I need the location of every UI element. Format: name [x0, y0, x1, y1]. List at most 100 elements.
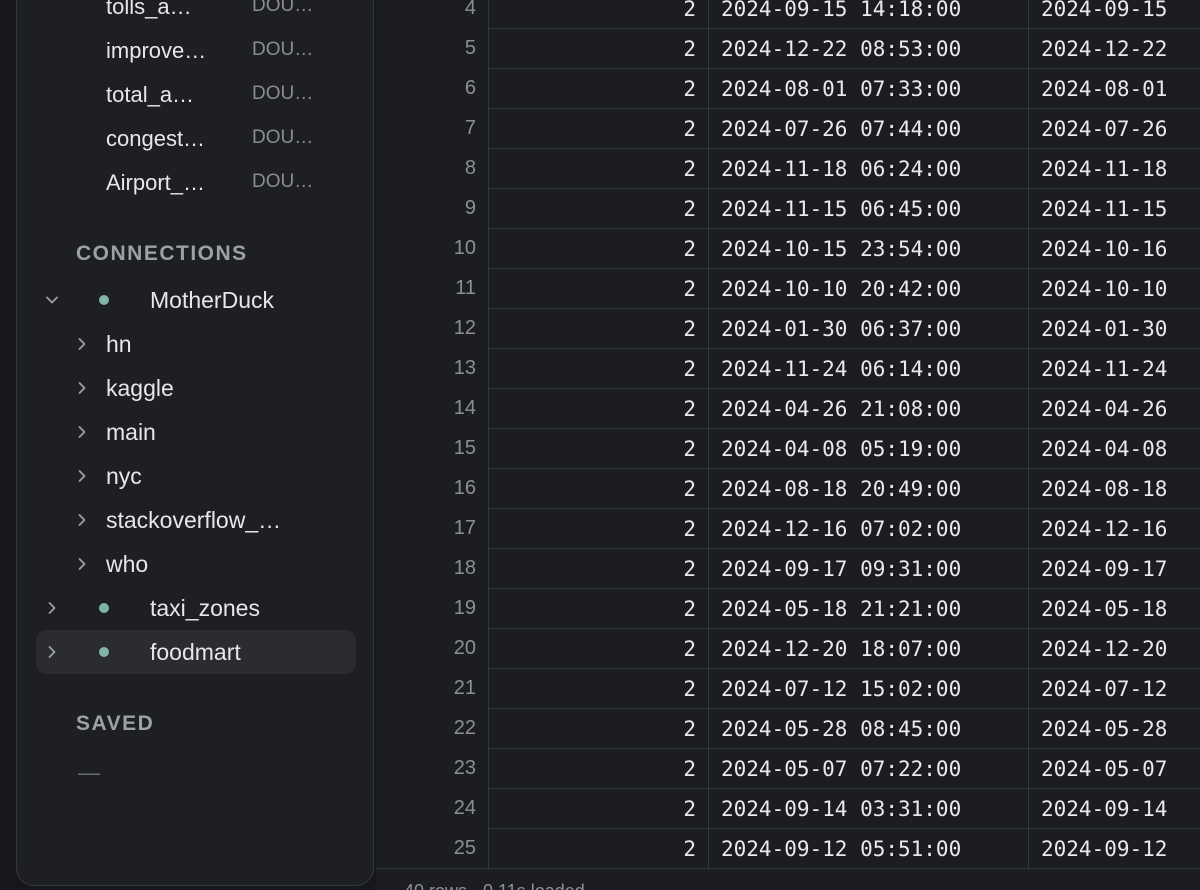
column-item[interactable]: congest… DOU… [0, 118, 376, 162]
datetime-cell[interactable]: 2024-01-30 06:37:00 [708, 308, 1028, 348]
column-item[interactable]: total_a… DOU… [0, 74, 376, 118]
value-cell[interactable]: 2 [488, 428, 708, 468]
datetime-cell[interactable]: 2024-12-22 08:53:00 [708, 28, 1028, 68]
table-row[interactable]: 14 2 2024-04-26 21:08:00 2024-04-26 [376, 388, 1200, 428]
date-cell[interactable]: 2024-09-14 [1028, 788, 1200, 828]
datetime-cell[interactable]: 2024-12-16 07:02:00 [708, 508, 1028, 548]
tree-item[interactable]: hn [0, 322, 376, 366]
chevron-right-icon[interactable] [74, 512, 90, 528]
tree-item[interactable]: nyc [0, 454, 376, 498]
date-cell[interactable]: 2024-09-15 [1028, 0, 1200, 28]
chevron-right-icon[interactable] [74, 468, 90, 484]
chevron-right-icon[interactable] [74, 556, 90, 572]
chevron-right-icon[interactable] [44, 600, 60, 616]
date-cell[interactable]: 2024-09-17 [1028, 548, 1200, 588]
tree-item[interactable]: who [0, 542, 376, 586]
chevron-down-icon[interactable] [44, 292, 60, 308]
datetime-cell[interactable]: 2024-05-07 07:22:00 [708, 748, 1028, 788]
value-cell[interactable]: 2 [488, 28, 708, 68]
value-cell[interactable]: 2 [488, 508, 708, 548]
chevron-right-icon[interactable] [74, 336, 90, 352]
date-cell[interactable]: 2024-05-18 [1028, 588, 1200, 628]
chevron-right-icon[interactable] [74, 424, 90, 440]
datetime-cell[interactable]: 2024-04-26 21:08:00 [708, 388, 1028, 428]
datetime-cell[interactable]: 2024-07-26 07:44:00 [708, 108, 1028, 148]
datetime-cell[interactable]: 2024-09-15 14:18:00 [708, 0, 1028, 28]
column-item[interactable]: improve… DOU… [0, 30, 376, 74]
value-cell[interactable]: 2 [488, 388, 708, 428]
table-row[interactable]: 13 2 2024-11-24 06:14:00 2024-11-24 [376, 348, 1200, 388]
tree-item[interactable]: main [0, 410, 376, 454]
value-cell[interactable]: 2 [488, 148, 708, 188]
value-cell[interactable]: 2 [488, 188, 708, 228]
value-cell[interactable]: 2 [488, 708, 708, 748]
datetime-cell[interactable]: 2024-08-01 07:33:00 [708, 68, 1028, 108]
column-item[interactable]: tolls_a… DOU… [0, 0, 376, 30]
datetime-cell[interactable]: 2024-05-18 21:21:00 [708, 588, 1028, 628]
table-row[interactable]: 4 2 2024-09-15 14:18:00 2024-09-15 [376, 0, 1200, 28]
value-cell[interactable]: 2 [488, 668, 708, 708]
tree-item[interactable]: foodmart [0, 630, 376, 674]
date-cell[interactable]: 2024-11-24 [1028, 348, 1200, 388]
value-cell[interactable]: 2 [488, 68, 708, 108]
table-row[interactable]: 15 2 2024-04-08 05:19:00 2024-04-08 [376, 428, 1200, 468]
value-cell[interactable]: 2 [488, 108, 708, 148]
table-row[interactable]: 23 2 2024-05-07 07:22:00 2024-05-07 [376, 748, 1200, 788]
date-cell[interactable]: 2024-01-30 [1028, 308, 1200, 348]
tree-item[interactable]: stackoverflow_… [0, 498, 376, 542]
date-cell[interactable]: 2024-11-18 [1028, 148, 1200, 188]
date-cell[interactable]: 2024-05-07 [1028, 748, 1200, 788]
table-row[interactable]: 20 2 2024-12-20 18:07:00 2024-12-20 [376, 628, 1200, 668]
table-row[interactable]: 22 2 2024-05-28 08:45:00 2024-05-28 [376, 708, 1200, 748]
value-cell[interactable]: 2 [488, 348, 708, 388]
datetime-cell[interactable]: 2024-08-18 20:49:00 [708, 468, 1028, 508]
value-cell[interactable]: 2 [488, 228, 708, 268]
datetime-cell[interactable]: 2024-10-10 20:42:00 [708, 268, 1028, 308]
table-row[interactable]: 17 2 2024-12-16 07:02:00 2024-12-16 [376, 508, 1200, 548]
tree-item[interactable]: kaggle [0, 366, 376, 410]
datetime-cell[interactable]: 2024-07-12 15:02:00 [708, 668, 1028, 708]
date-cell[interactable]: 2024-05-28 [1028, 708, 1200, 748]
value-cell[interactable]: 2 [488, 748, 708, 788]
date-cell[interactable]: 2024-12-20 [1028, 628, 1200, 668]
datetime-cell[interactable]: 2024-04-08 05:19:00 [708, 428, 1028, 468]
table-row[interactable]: 25 2 2024-09-12 05:51:00 2024-09-12 [376, 828, 1200, 868]
value-cell[interactable]: 2 [488, 588, 708, 628]
datetime-cell[interactable]: 2024-09-12 05:51:00 [708, 828, 1028, 868]
datetime-cell[interactable]: 2024-11-18 06:24:00 [708, 148, 1028, 188]
chevron-right-icon[interactable] [74, 380, 90, 396]
date-cell[interactable]: 2024-04-08 [1028, 428, 1200, 468]
value-cell[interactable]: 2 [488, 308, 708, 348]
table-row[interactable]: 18 2 2024-09-17 09:31:00 2024-09-17 [376, 548, 1200, 588]
datetime-cell[interactable]: 2024-10-15 23:54:00 [708, 228, 1028, 268]
table-row[interactable]: 11 2 2024-10-10 20:42:00 2024-10-10 [376, 268, 1200, 308]
date-cell[interactable]: 2024-11-15 [1028, 188, 1200, 228]
date-cell[interactable]: 2024-12-16 [1028, 508, 1200, 548]
table-row[interactable]: 12 2 2024-01-30 06:37:00 2024-01-30 [376, 308, 1200, 348]
value-cell[interactable]: 2 [488, 268, 708, 308]
table-row[interactable]: 21 2 2024-07-12 15:02:00 2024-07-12 [376, 668, 1200, 708]
table-row[interactable]: 16 2 2024-08-18 20:49:00 2024-08-18 [376, 468, 1200, 508]
date-cell[interactable]: 2024-08-01 [1028, 68, 1200, 108]
date-cell[interactable]: 2024-08-18 [1028, 468, 1200, 508]
chevron-right-icon[interactable] [44, 644, 60, 660]
table-row[interactable]: 6 2 2024-08-01 07:33:00 2024-08-01 [376, 68, 1200, 108]
datetime-cell[interactable]: 2024-05-28 08:45:00 [708, 708, 1028, 748]
date-cell[interactable]: 2024-12-22 [1028, 28, 1200, 68]
datetime-cell[interactable]: 2024-09-17 09:31:00 [708, 548, 1028, 588]
datetime-cell[interactable]: 2024-11-24 06:14:00 [708, 348, 1028, 388]
table-row[interactable]: 7 2 2024-07-26 07:44:00 2024-07-26 [376, 108, 1200, 148]
results-grid[interactable]: 4 2 2024-09-15 14:18:00 2024-09-15 5 2 2024-12… [376, 0, 1200, 890]
value-cell[interactable]: 2 [488, 628, 708, 668]
table-row[interactable]: 10 2 2024-10-15 23:54:00 2024-10-16 [376, 228, 1200, 268]
table-row[interactable]: 5 2 2024-12-22 08:53:00 2024-12-22 [376, 28, 1200, 68]
table-row[interactable]: 24 2 2024-09-14 03:31:00 2024-09-14 [376, 788, 1200, 828]
date-cell[interactable]: 2024-10-10 [1028, 268, 1200, 308]
column-item[interactable]: Airport_… DOU… [0, 162, 376, 206]
datetime-cell[interactable]: 2024-11-15 06:45:00 [708, 188, 1028, 228]
tree-item[interactable]: MotherDuck [0, 278, 376, 322]
value-cell[interactable]: 2 [488, 828, 708, 868]
table-row[interactable]: 9 2 2024-11-15 06:45:00 2024-11-15 [376, 188, 1200, 228]
table-row[interactable]: 8 2 2024-11-18 06:24:00 2024-11-18 [376, 148, 1200, 188]
value-cell[interactable]: 2 [488, 548, 708, 588]
